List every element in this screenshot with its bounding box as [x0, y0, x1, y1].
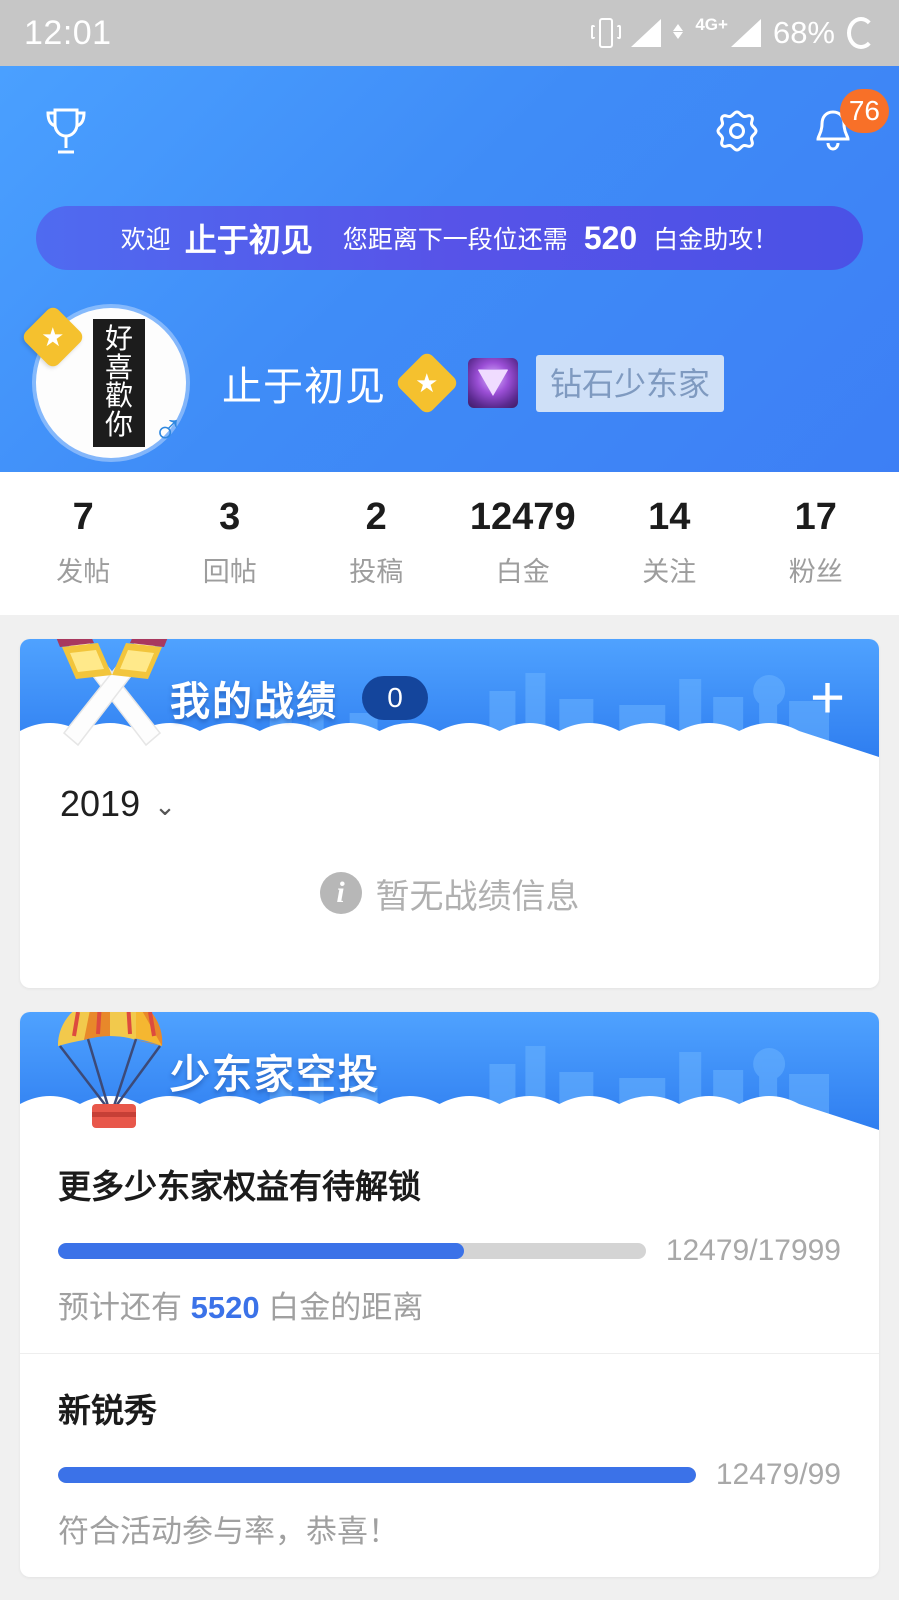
network-type-icon: 4G+ — [695, 15, 761, 47]
stat-value: 2 — [365, 496, 387, 538]
avatar-char-4: 你 — [104, 410, 133, 442]
stat-label: 关注 — [642, 556, 697, 587]
welcome-username: 止于初见 — [184, 222, 313, 258]
status-icons: 4G+ 68% — [591, 15, 875, 51]
gender-icon: ♂ — [152, 404, 184, 451]
header-toolbar: 76 — [0, 88, 899, 174]
avatar-char-2: 喜 — [104, 352, 133, 384]
record-empty-state: i 暂无战绩信息 — [20, 825, 879, 988]
chevron-down-icon: ⌄ — [154, 791, 176, 821]
welcome-amount: 520 — [583, 219, 638, 256]
progress-count: 12479/17999 — [665, 1233, 841, 1267]
data-transfer-icon — [673, 23, 684, 39]
signal-icon — [631, 19, 662, 47]
trophy-icon[interactable] — [36, 101, 96, 161]
progress-fill — [58, 1242, 464, 1259]
avatar[interactable]: 好 喜 歡 你 ★ ♂ — [20, 304, 186, 458]
profile-header: 76 欢迎 止于初见 您距离下一段位还需 520 白金助攻！ 好 喜 歡 你 ★… — [0, 66, 899, 472]
add-record-button[interactable]: + — [810, 667, 845, 727]
section-gap-2 — [0, 988, 899, 1012]
battery-circle-icon — [847, 17, 875, 49]
welcome-middle: 您距离下一段位还需 — [342, 226, 568, 254]
stat-label: 投稿 — [349, 556, 404, 587]
stat-followers[interactable]: 17 粉丝 — [743, 494, 890, 589]
avatar-calligraphy: 好 喜 歡 你 — [93, 319, 145, 447]
airdrop-banner-title: 少东家空投 — [170, 1042, 380, 1100]
card-title: 少东家空投 — [170, 1052, 380, 1097]
info-icon: i — [319, 872, 362, 914]
progress-title: 更多少东家权益有待解锁 — [58, 1167, 421, 1205]
status-bar: 12:01 4G+ 68% — [0, 0, 899, 66]
progress-row: 12479/17999 — [58, 1234, 841, 1268]
progress-track — [58, 1466, 696, 1483]
app-screen: 12:01 4G+ 68% 76 欢迎 止于初见 您距离下一段位还需 520 白… — [0, 0, 899, 1600]
profile-username[interactable]: 止于初见 — [222, 354, 386, 412]
record-card-banner: 我的战绩 0 + — [20, 638, 879, 757]
header-actions: 76 — [707, 89, 889, 161]
stat-label: 白金 — [495, 556, 550, 587]
progress-fill — [58, 1466, 696, 1483]
progress-sub-suffix: 白金的距离 — [268, 1289, 424, 1325]
stat-platinum[interactable]: 12479 白金 — [450, 494, 597, 589]
stat-value: 12479 — [469, 496, 576, 538]
parachute-icon — [57, 1011, 163, 1128]
stat-value: 14 — [648, 496, 691, 538]
stat-replies[interactable]: 3 回帖 — [157, 494, 304, 589]
crossed-swords-icon — [56, 638, 168, 746]
progress-sub-prefix: 预计还有 — [58, 1289, 182, 1325]
stat-posts[interactable]: 7 发帖 — [10, 494, 157, 589]
stat-following[interactable]: 14 关注 — [596, 494, 743, 589]
progress-track — [58, 1242, 646, 1259]
stat-label: 回帖 — [202, 556, 257, 587]
status-time: 12:01 — [24, 13, 112, 52]
year-selector[interactable]: 2019 ⌄ — [20, 757, 879, 825]
status-badge[interactable]: 钻石少东家 — [536, 354, 725, 412]
stat-submissions[interactable]: 2 投稿 — [303, 494, 450, 589]
airdrop-item[interactable]: 更多少东家权益有待解锁 12479/17999 预计还有 5520 白金的距离 — [20, 1130, 879, 1353]
welcome-suffix: 白金助攻！ — [653, 226, 779, 254]
card-title: 我的战绩 — [170, 679, 338, 724]
progress-title: 新锐秀 — [58, 1391, 157, 1429]
gear-icon[interactable] — [707, 101, 767, 161]
avatar-char-1: 好 — [104, 323, 133, 355]
record-count-badge: 0 — [362, 675, 428, 720]
airdrop-item[interactable]: 新锐秀 12479/99 符合活动参与率，恭喜！ — [20, 1352, 879, 1577]
progress-count: 12479/99 — [715, 1457, 841, 1491]
progress-sub-prefix: 符合活动参与率，恭喜！ — [58, 1513, 399, 1549]
record-card: 我的战绩 0 + 2019 ⌄ i 暂无战绩信息 — [20, 638, 879, 988]
stat-value: 7 — [72, 496, 94, 538]
welcome-prefix: 欢迎 — [120, 226, 171, 254]
avatar-char-3: 歡 — [104, 381, 133, 413]
record-banner-title: 我的战绩 0 — [170, 669, 428, 727]
welcome-banner[interactable]: 欢迎 止于初见 您距离下一段位还需 520 白金助攻！ — [36, 206, 863, 270]
airdrop-card: 少东家空投 更多少东家权益有待解锁 12479/17999 预计还有 5520 … — [20, 1011, 879, 1577]
notification-badge: 76 — [839, 89, 889, 133]
stat-label: 粉丝 — [788, 556, 843, 587]
year-value: 2019 — [60, 782, 141, 824]
gold-medal-icon[interactable]: ★ — [394, 350, 460, 416]
profile-row: 好 喜 歡 你 ★ ♂ 止于初见 ★ 钻石少东家 — [0, 270, 899, 458]
vibrate-icon — [591, 16, 622, 50]
stat-label: 发帖 — [56, 556, 111, 587]
empty-state-text: 暂无战绩信息 — [375, 877, 580, 916]
bell-icon[interactable]: 76 — [803, 89, 889, 161]
progress-row: 12479/99 — [58, 1458, 841, 1492]
network-type-label: 4G+ — [695, 15, 728, 34]
progress-sub-value: 5520 — [190, 1289, 260, 1325]
diamond-gem-icon[interactable] — [468, 358, 518, 408]
battery-percent: 68% — [772, 15, 835, 50]
progress-subtext: 预计还有 5520 白金的距离 — [58, 1282, 841, 1327]
airdrop-card-banner: 少东家空投 — [20, 1011, 879, 1130]
stats-bar: 7 发帖 3 回帖 2 投稿 12479 白金 14 关注 17 粉丝 — [0, 472, 899, 615]
stat-value: 17 — [794, 496, 837, 538]
stat-value: 3 — [219, 496, 241, 538]
profile-identity: 止于初见 ★ 钻石少东家 — [222, 350, 725, 416]
progress-subtext: 符合活动参与率，恭喜！ — [58, 1506, 841, 1551]
